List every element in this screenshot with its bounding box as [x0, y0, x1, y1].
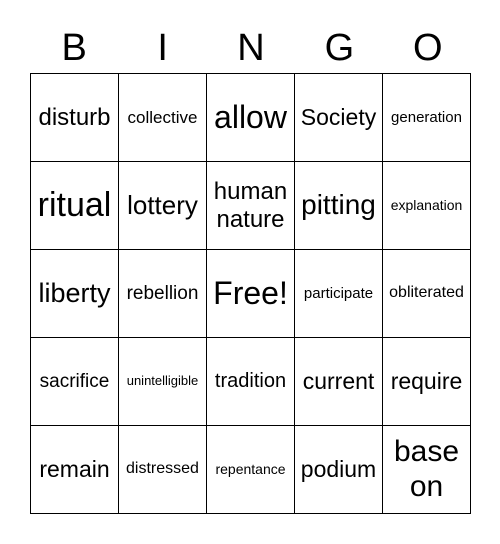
bingo-cell[interactable]: human nature — [207, 162, 295, 250]
bingo-cell[interactable]: ritual — [31, 162, 119, 250]
header-letter-g: G — [324, 27, 355, 69]
bingo-cell[interactable]: remain — [31, 426, 119, 514]
bingo-cell[interactable]: distressed — [119, 426, 207, 514]
bingo-cell[interactable]: Free! — [207, 250, 295, 338]
bingo-cell[interactable]: participate — [295, 250, 383, 338]
bingo-cell[interactable]: repentance — [207, 426, 295, 514]
bingo-cell[interactable]: disturb — [31, 74, 119, 162]
bingo-cell[interactable]: obliterated — [383, 250, 471, 338]
bingo-cell[interactable]: base on — [383, 426, 471, 514]
bingo-cell[interactable]: podium — [295, 426, 383, 514]
bingo-cell[interactable]: generation — [383, 74, 471, 162]
bingo-cell[interactable]: liberty — [31, 250, 119, 338]
bingo-cell[interactable]: sacrifice — [31, 338, 119, 426]
header-letter-i: I — [157, 27, 168, 69]
header-letter-n: N — [237, 27, 265, 69]
bingo-cell[interactable]: Society — [295, 74, 383, 162]
bingo-header: B I N G O — [30, 26, 472, 70]
header-letter-b: B — [61, 27, 87, 69]
bingo-cell[interactable]: allow — [207, 74, 295, 162]
bingo-cell[interactable]: lottery — [119, 162, 207, 250]
bingo-cell[interactable]: explanation — [383, 162, 471, 250]
bingo-cell[interactable]: unintelligible — [119, 338, 207, 426]
bingo-cell[interactable]: pitting — [295, 162, 383, 250]
bingo-cell[interactable]: tradition — [207, 338, 295, 426]
bingo-cell[interactable]: current — [295, 338, 383, 426]
bingo-cell[interactable]: require — [383, 338, 471, 426]
bingo-cell[interactable]: rebellion — [119, 250, 207, 338]
bingo-cell[interactable]: collective — [119, 74, 207, 162]
header-letter-o: O — [413, 27, 443, 69]
bingo-grid: disturb collective allow Society generation r… — [30, 73, 471, 514]
